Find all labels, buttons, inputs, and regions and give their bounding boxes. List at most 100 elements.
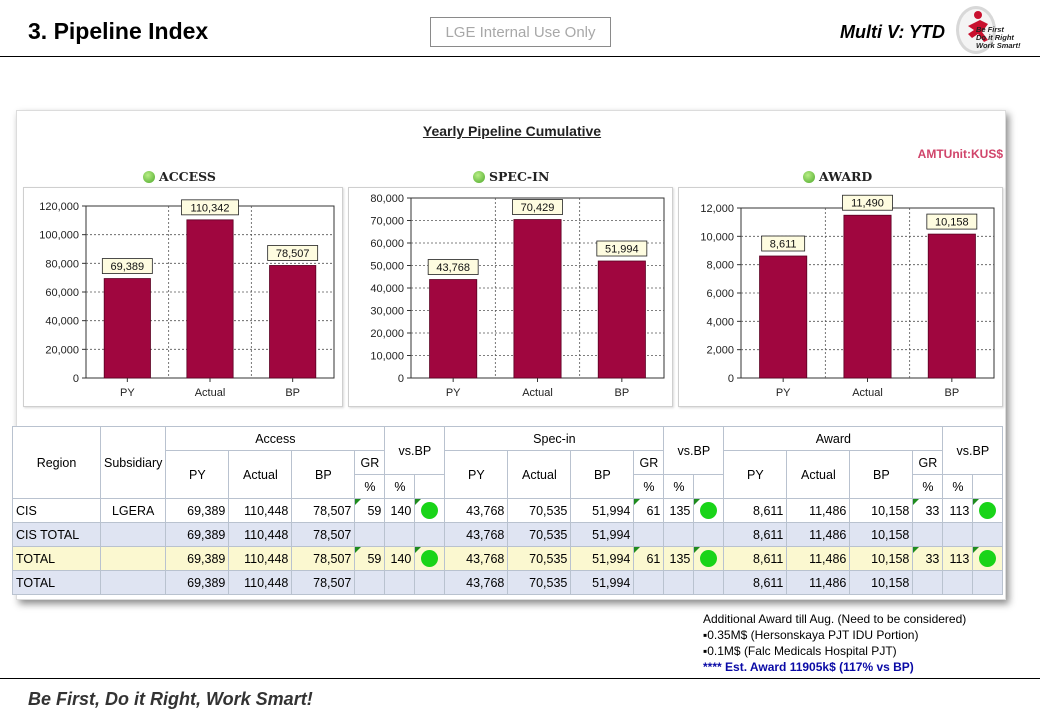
cell-award-gr[interactable]: 33 [912,546,944,571]
cell-access-status[interactable] [414,522,446,547]
cell-award-vsbp[interactable] [942,522,974,547]
cell-region[interactable]: TOTAL [12,546,101,571]
cell-specin-bp[interactable]: 51,994 [570,570,635,595]
header-subsidiary[interactable]: Subsidiary [99,426,167,499]
cell-specin-bp[interactable]: 51,994 [570,522,635,547]
cell-specin-py[interactable]: 43,768 [444,498,509,523]
cell-specin-bp[interactable]: 51,994 [570,498,635,523]
cell-specin-actual[interactable]: 70,535 [507,546,572,571]
header-access[interactable]: Access [165,426,386,451]
cell-award-py[interactable]: 8,611 [723,498,788,523]
cell-award-gr[interactable] [912,522,944,547]
cell-award-actual[interactable]: 11,486 [786,546,851,571]
cell-access-gr[interactable]: 59 [354,498,386,523]
cell-access-gr[interactable] [354,522,386,547]
cell-access-gr[interactable]: 59 [354,546,386,571]
cell-access-bp[interactable]: 78,507 [291,498,356,523]
cell-award-bp[interactable]: 10,158 [849,546,914,571]
header-gr[interactable]: GR [354,450,386,475]
header-status[interactable] [414,474,446,499]
cell-award-actual[interactable]: 11,486 [786,522,851,547]
header-bp[interactable]: BP [849,450,914,499]
cell-award-py[interactable]: 8,611 [723,570,788,595]
cell-access-actual[interactable]: 110,448 [228,522,293,547]
cell-specin-status[interactable] [693,522,725,547]
cell-access-py[interactable]: 69,389 [165,522,230,547]
cell-specin-vsbp[interactable]: 135 [663,498,695,523]
cell-specin-py[interactable]: 43,768 [444,546,509,571]
cell-award-bp[interactable]: 10,158 [849,498,914,523]
cell-award-gr[interactable]: 33 [912,498,944,523]
cell-access-status[interactable] [414,570,446,595]
cell-award-bp[interactable]: 10,158 [849,570,914,595]
cell-access-py[interactable]: 69,389 [165,570,230,595]
cell-specin-gr[interactable] [633,570,665,595]
cell-access-actual[interactable]: 110,448 [228,546,293,571]
header-py[interactable]: PY [723,450,788,499]
cell-access-vsbp[interactable]: 140 [384,498,416,523]
header-pct[interactable]: % [942,474,974,499]
header-actual[interactable]: Actual [507,450,572,499]
cell-specin-gr[interactable] [633,522,665,547]
cell-subsidiary[interactable] [99,570,167,595]
header-bp[interactable]: BP [570,450,635,499]
cell-specin-gr[interactable]: 61 [633,498,665,523]
cell-award-gr[interactable] [912,570,944,595]
header-pct[interactable]: % [384,474,416,499]
cell-access-vsbp[interactable] [384,570,416,595]
cell-access-actual[interactable]: 110,448 [228,570,293,595]
cell-subsidiary[interactable]: LGERA [99,498,167,523]
header-status[interactable] [693,474,725,499]
cell-award-status[interactable] [972,570,1004,595]
cell-subsidiary[interactable] [99,546,167,571]
header-vsbp[interactable]: vs.BP [663,426,725,475]
cell-region[interactable]: CIS TOTAL [12,522,101,547]
header-py[interactable]: PY [444,450,509,499]
cell-award-actual[interactable]: 11,486 [786,570,851,595]
cell-subsidiary[interactable] [99,522,167,547]
cell-specin-py[interactable]: 43,768 [444,570,509,595]
cell-specin-actual[interactable]: 70,535 [507,522,572,547]
cell-access-bp[interactable]: 78,507 [291,546,356,571]
table-row[interactable]: TOTAL 69,389 110,448 78,507 43,768 70,53… [12,570,1004,595]
cell-specin-actual[interactable]: 70,535 [507,570,572,595]
header-actual[interactable]: Actual [786,450,851,499]
header-award[interactable]: Award [723,426,944,451]
cell-award-status[interactable] [972,546,1004,571]
header-vsbp[interactable]: vs.BP [384,426,446,475]
cell-access-py[interactable]: 69,389 [165,546,230,571]
cell-specin-vsbp[interactable] [663,522,695,547]
cell-access-bp[interactable]: 78,507 [291,570,356,595]
header-specin[interactable]: Spec-in [444,426,665,451]
table-row[interactable]: CIS LGERA 69,389 110,448 78,507 59 140 4… [12,498,1004,523]
cell-region[interactable]: CIS [12,498,101,523]
cell-specin-status[interactable] [693,546,725,571]
cell-award-status[interactable] [972,498,1004,523]
header-bp[interactable]: BP [291,450,356,499]
cell-access-vsbp[interactable] [384,522,416,547]
table-row[interactable]: TOTAL 69,389 110,448 78,507 59 140 43,76… [12,546,1004,571]
cell-specin-vsbp[interactable]: 135 [663,546,695,571]
cell-access-status[interactable] [414,546,446,571]
cell-award-actual[interactable]: 11,486 [786,498,851,523]
cell-access-status[interactable] [414,498,446,523]
cell-award-py[interactable]: 8,611 [723,546,788,571]
header-pct[interactable]: % [633,474,665,499]
cell-access-gr[interactable] [354,570,386,595]
cell-specin-vsbp[interactable] [663,570,695,595]
cell-specin-bp[interactable]: 51,994 [570,546,635,571]
cell-access-bp[interactable]: 78,507 [291,522,356,547]
cell-award-vsbp[interactable]: 113 [942,498,974,523]
cell-specin-gr[interactable]: 61 [633,546,665,571]
header-pct[interactable]: % [912,474,944,499]
cell-specin-actual[interactable]: 70,535 [507,498,572,523]
cell-award-status[interactable] [972,522,1004,547]
cell-award-bp[interactable]: 10,158 [849,522,914,547]
cell-award-vsbp[interactable]: 113 [942,546,974,571]
cell-region[interactable]: TOTAL [12,570,101,595]
header-pct[interactable]: % [354,474,386,499]
header-vsbp[interactable]: vs.BP [942,426,1004,475]
header-gr[interactable]: GR [912,450,944,475]
cell-access-actual[interactable]: 110,448 [228,498,293,523]
cell-specin-status[interactable] [693,570,725,595]
